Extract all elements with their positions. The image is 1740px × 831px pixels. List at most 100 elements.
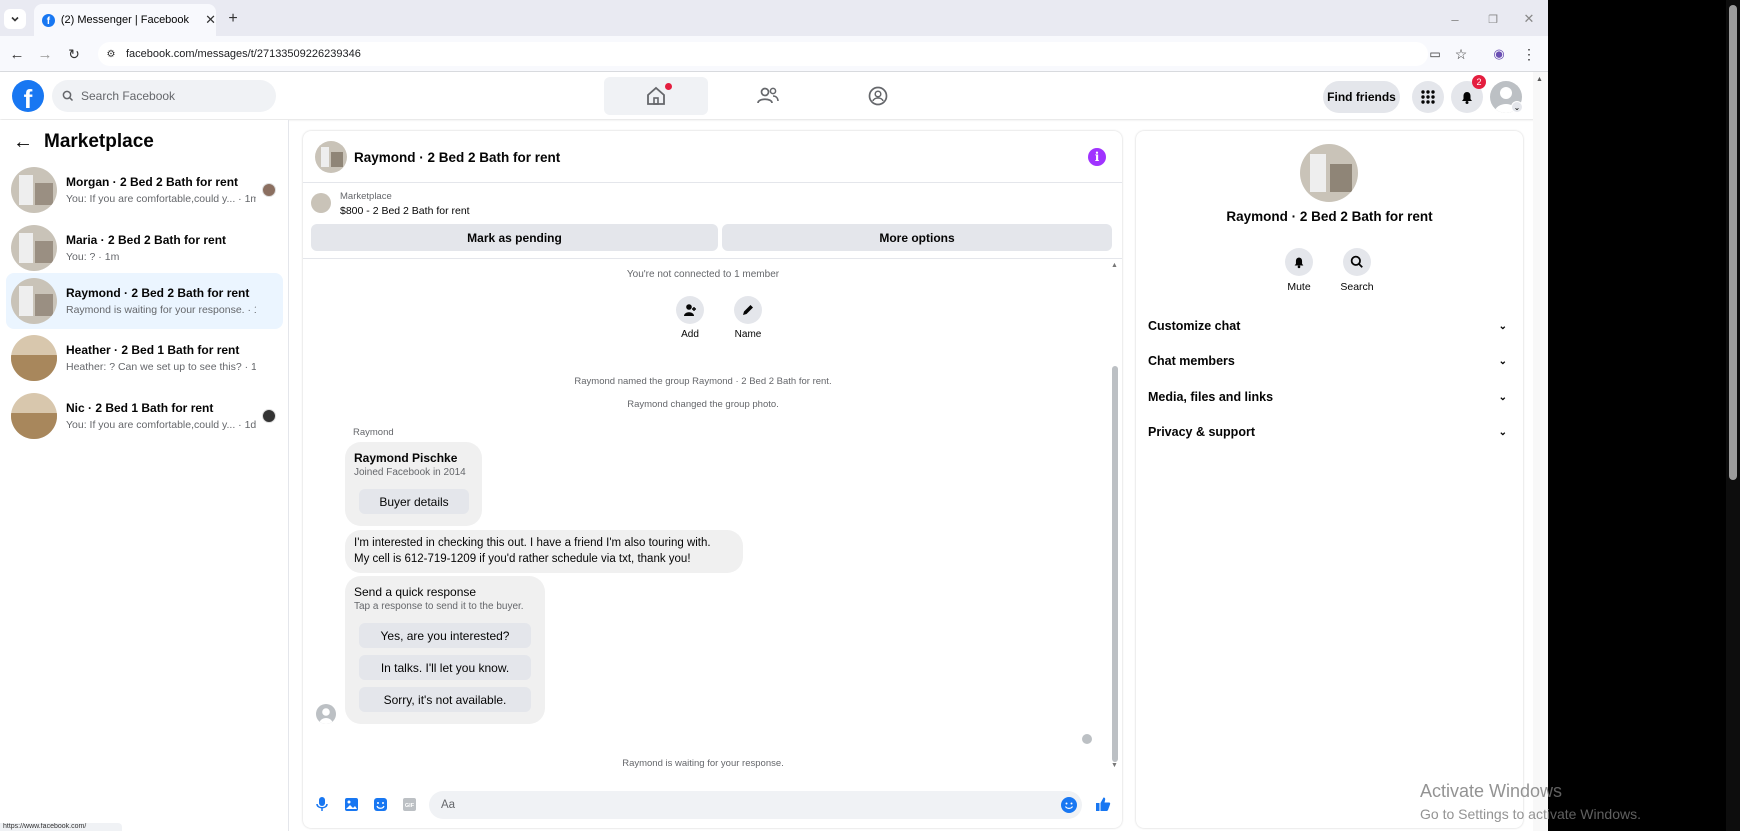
chat-title[interactable]: Raymond · 2 Bed 2 Bath for rent	[354, 150, 560, 165]
search-icon	[62, 90, 74, 102]
back-arrow-icon[interactable]: ←	[12, 131, 34, 153]
conversation-preview: You: If you are comfortable,could y... ·…	[66, 193, 256, 205]
mute-button[interactable]	[1285, 248, 1313, 276]
desktop-scrollbar-thumb[interactable]	[1729, 5, 1737, 480]
conversation-item-active[interactable]: Raymond · 2 Bed 2 Bath for rent Raymond …	[6, 273, 283, 329]
mark-as-pending-button[interactable]: Mark as pending	[311, 224, 718, 251]
info-icon[interactable]: i	[1088, 148, 1106, 166]
back-icon[interactable]: ←	[8, 45, 26, 63]
activate-windows-subtitle: Go to Settings to activate Windows.	[1420, 806, 1641, 822]
facebook-favicon-icon: f	[42, 13, 55, 27]
message-line-1: I'm interested in checking this out. I h…	[354, 537, 711, 549]
listing-thumbnail	[11, 335, 57, 381]
notification-badge: 2	[1472, 75, 1486, 89]
scroll-up-icon[interactable]: ▲	[1111, 262, 1118, 269]
add-member-button[interactable]	[676, 296, 704, 324]
buyer-name: Raymond Pischke	[354, 451, 458, 465]
section-label: Privacy & support	[1148, 425, 1255, 439]
section-chat-members[interactable]: Chat members ⌄	[1148, 345, 1513, 377]
chat-panel: Raymond · 2 Bed 2 Bath for rent i Market…	[303, 131, 1122, 828]
desktop-scrollbar[interactable]	[1726, 0, 1740, 831]
waiting-status: Raymond is waiting for your response.	[622, 758, 784, 769]
page-scrollbar[interactable]: ▲	[1533, 72, 1548, 831]
conversation-item[interactable]: Heather · 2 Bed 1 Bath for rent Heather:…	[6, 330, 283, 386]
quick-reply-button[interactable]: Sorry, it's not available.	[359, 687, 531, 712]
conversation-item[interactable]: Nic · 2 Bed 1 Bath for rent You: If you …	[6, 388, 283, 444]
facebook-logo-icon[interactable]: f	[12, 80, 44, 112]
bell-icon	[1462, 92, 1472, 104]
sender-name: Raymond	[353, 427, 394, 438]
conversation-preview: You: If you are comfortable,could y... ·…	[66, 419, 256, 431]
listing-price[interactable]: $800 - 2 Bed 2 Bath for rent	[340, 205, 470, 217]
section-label: Media, files and links	[1148, 390, 1274, 404]
nav-friends[interactable]	[716, 77, 820, 115]
search-label: Search	[1340, 281, 1374, 293]
listing-thumbnail	[11, 225, 57, 271]
buyer-joined: Joined Facebook in 2014	[354, 467, 466, 478]
profile-icon[interactable]: ◉	[1490, 45, 1508, 63]
gif-icon[interactable]: GIF	[399, 794, 419, 814]
home-notification-dot	[665, 83, 672, 90]
groups-icon	[868, 86, 888, 106]
listing-avatar	[311, 193, 331, 213]
attach-photo-icon[interactable]	[341, 794, 361, 814]
buyer-card: Raymond Pischke Joined Facebook in 2014 …	[345, 442, 482, 526]
url-text: facebook.com/messages/t/2713350922623934…	[126, 48, 361, 60]
sticker-icon[interactable]	[370, 794, 390, 814]
more-options-button[interactable]: More options	[722, 224, 1112, 251]
buyer-details-button[interactable]: Buyer details	[359, 489, 469, 514]
chat-scrollbar[interactable]: ▲ ▼	[1111, 262, 1119, 772]
group-photo[interactable]	[1300, 144, 1358, 202]
chat-avatar[interactable]	[315, 141, 347, 173]
chevron-down-icon: ⌄	[1498, 320, 1507, 332]
forward-icon[interactable]: →	[36, 45, 54, 63]
menu-button[interactable]	[1412, 81, 1444, 113]
conversation-name: Morgan · 2 Bed 2 Bath for rent	[66, 175, 239, 189]
conversation-name: Raymond · 2 Bed 2 Bath for rent	[66, 286, 250, 300]
like-thumb-icon[interactable]	[1093, 794, 1113, 814]
seen-avatar	[262, 183, 276, 197]
message-line-2: My cell is 612-719-1209 if you'd rather …	[354, 553, 691, 565]
section-customize-chat[interactable]: Customize chat ⌄	[1148, 310, 1513, 342]
search-input[interactable]: Search Facebook	[52, 80, 276, 112]
account-chevron-icon[interactable]: ⌄	[1511, 101, 1523, 113]
find-friends-button[interactable]: Find friends	[1323, 81, 1400, 113]
home-icon	[647, 86, 665, 105]
scroll-down-icon[interactable]: ▼	[1111, 762, 1118, 769]
url-field[interactable]: ⚙ facebook.com/messages/t/27133509226239…	[98, 42, 1428, 66]
bell-icon	[1294, 257, 1304, 269]
nav-home[interactable]	[604, 77, 708, 115]
voice-clip-icon[interactable]	[312, 794, 332, 814]
scrollbar-thumb[interactable]	[1112, 366, 1118, 762]
default-avatar-icon	[319, 708, 333, 724]
message-input[interactable]: Aa	[429, 791, 1082, 819]
close-tab-icon[interactable]: ✕	[205, 12, 216, 28]
search-conversation-button[interactable]	[1343, 248, 1371, 276]
browser-tab[interactable]: f (2) Messenger | Facebook ✕	[34, 4, 216, 36]
site-info-icon[interactable]: ⚙	[104, 47, 118, 61]
page-scroll-up-icon[interactable]: ▲	[1536, 76, 1543, 83]
quick-reply-button[interactable]: Yes, are you interested?	[359, 623, 531, 648]
emoji-icon[interactable]	[1061, 797, 1077, 813]
conversation-item[interactable]: Maria · 2 Bed 2 Bath for rent You: ? · 1…	[6, 220, 283, 276]
nav-groups[interactable]	[826, 77, 930, 115]
new-tab-icon[interactable]: +	[224, 10, 242, 28]
section-media-files-links[interactable]: Media, files and links ⌄	[1148, 381, 1513, 413]
pencil-icon	[743, 305, 753, 315]
search-placeholder: Search Facebook	[81, 89, 176, 103]
minimize-icon[interactable]: –	[1446, 10, 1464, 28]
close-window-icon[interactable]: ✕	[1520, 10, 1538, 28]
conversation-name: Maria · 2 Bed 2 Bath for rent	[66, 233, 227, 247]
quick-reply-button[interactable]: In talks. I'll let you know.	[359, 655, 531, 680]
browser-menu-icon[interactable]: ⋮	[1520, 45, 1538, 63]
section-privacy-support[interactable]: Privacy & support ⌄	[1148, 416, 1513, 448]
bookmark-star-icon[interactable]: ☆	[1452, 45, 1470, 63]
conversation-item[interactable]: Morgan · 2 Bed 2 Bath for rent You: If y…	[6, 162, 283, 218]
reload-icon[interactable]: ↻	[65, 45, 83, 63]
restore-icon[interactable]: ❐	[1484, 10, 1502, 28]
name-group-button[interactable]	[734, 296, 762, 324]
tab-list-icon[interactable]	[4, 9, 26, 29]
section-label: Customize chat	[1148, 319, 1241, 333]
install-app-icon[interactable]: ▭	[1426, 45, 1444, 63]
message-bubble[interactable]: I'm interested in checking this out. I h…	[345, 530, 743, 573]
